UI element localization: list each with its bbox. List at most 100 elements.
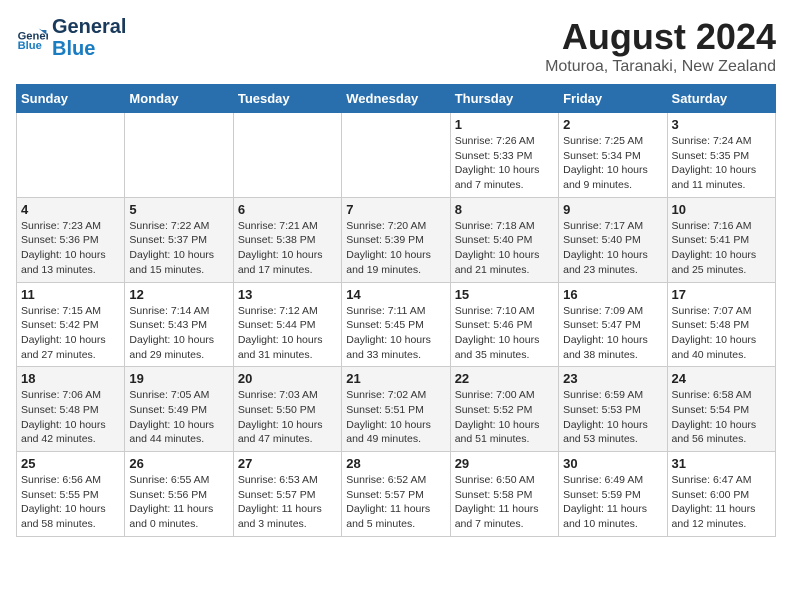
calendar-cell: 15 Sunrise: 7:10 AM Sunset: 5:46 PM Dayli…: [450, 282, 558, 367]
calendar-cell: 7 Sunrise: 7:20 AM Sunset: 5:39 PM Daylig…: [342, 197, 450, 282]
calendar-cell: 20 Sunrise: 7:03 AM Sunset: 5:50 PM Dayli…: [233, 367, 341, 452]
calendar-cell: 13 Sunrise: 7:12 AM Sunset: 5:44 PM Dayli…: [233, 282, 341, 367]
day-number: 14: [346, 287, 445, 302]
day-info: Sunrise: 7:05 AM Sunset: 5:49 PM Dayligh…: [129, 388, 228, 447]
day-number: 5: [129, 202, 228, 217]
day-number: 10: [672, 202, 771, 217]
calendar-cell: 25 Sunrise: 6:56 AM Sunset: 5:55 PM Dayli…: [17, 452, 125, 537]
day-number: 27: [238, 456, 337, 471]
logo: General Blue General Blue: [16, 16, 126, 60]
day-number: 20: [238, 371, 337, 386]
day-number: 25: [21, 456, 120, 471]
location-title: Moturoa, Taranaki, New Zealand: [545, 58, 776, 76]
calendar-cell: [342, 113, 450, 198]
day-number: 16: [563, 287, 662, 302]
day-info: Sunrise: 6:52 AM Sunset: 5:57 PM Dayligh…: [346, 473, 445, 532]
day-number: 12: [129, 287, 228, 302]
day-info: Sunrise: 7:12 AM Sunset: 5:44 PM Dayligh…: [238, 304, 337, 363]
calendar-cell: 27 Sunrise: 6:53 AM Sunset: 5:57 PM Dayli…: [233, 452, 341, 537]
calendar-cell: 31 Sunrise: 6:47 AM Sunset: 6:00 PM Dayli…: [667, 452, 775, 537]
day-number: 2: [563, 117, 662, 132]
day-info: Sunrise: 6:47 AM Sunset: 6:00 PM Dayligh…: [672, 473, 771, 532]
calendar-cell: 9 Sunrise: 7:17 AM Sunset: 5:40 PM Daylig…: [559, 197, 667, 282]
month-title: August 2024: [545, 16, 776, 58]
logo-general: General: [52, 16, 126, 38]
day-number: 18: [21, 371, 120, 386]
week-row-3: 11 Sunrise: 7:15 AM Sunset: 5:42 PM Dayli…: [17, 282, 776, 367]
week-row-5: 25 Sunrise: 6:56 AM Sunset: 5:55 PM Dayli…: [17, 452, 776, 537]
day-info: Sunrise: 7:20 AM Sunset: 5:39 PM Dayligh…: [346, 219, 445, 278]
calendar-cell: 16 Sunrise: 7:09 AM Sunset: 5:47 PM Dayli…: [559, 282, 667, 367]
calendar-cell: 23 Sunrise: 6:59 AM Sunset: 5:53 PM Dayli…: [559, 367, 667, 452]
day-number: 26: [129, 456, 228, 471]
week-row-2: 4 Sunrise: 7:23 AM Sunset: 5:36 PM Daylig…: [17, 197, 776, 282]
calendar-cell: 26 Sunrise: 6:55 AM Sunset: 5:56 PM Dayli…: [125, 452, 233, 537]
day-number: 15: [455, 287, 554, 302]
day-info: Sunrise: 6:58 AM Sunset: 5:54 PM Dayligh…: [672, 388, 771, 447]
day-info: Sunrise: 7:10 AM Sunset: 5:46 PM Dayligh…: [455, 304, 554, 363]
day-info: Sunrise: 7:09 AM Sunset: 5:47 PM Dayligh…: [563, 304, 662, 363]
day-info: Sunrise: 6:56 AM Sunset: 5:55 PM Dayligh…: [21, 473, 120, 532]
day-info: Sunrise: 6:55 AM Sunset: 5:56 PM Dayligh…: [129, 473, 228, 532]
day-info: Sunrise: 7:16 AM Sunset: 5:41 PM Dayligh…: [672, 219, 771, 278]
weekday-header-saturday: Saturday: [667, 85, 775, 113]
day-number: 7: [346, 202, 445, 217]
day-info: Sunrise: 7:17 AM Sunset: 5:40 PM Dayligh…: [563, 219, 662, 278]
calendar-cell: 8 Sunrise: 7:18 AM Sunset: 5:40 PM Daylig…: [450, 197, 558, 282]
day-number: 8: [455, 202, 554, 217]
day-info: Sunrise: 7:00 AM Sunset: 5:52 PM Dayligh…: [455, 388, 554, 447]
day-number: 19: [129, 371, 228, 386]
day-number: 9: [563, 202, 662, 217]
calendar-cell: 29Sunrise: 6:50 AM Sunset: 5:58 PM Dayli…: [450, 452, 558, 537]
day-info: Sunrise: 6:59 AM Sunset: 5:53 PM Dayligh…: [563, 388, 662, 447]
day-number: 13: [238, 287, 337, 302]
title-area: August 2024 Moturoa, Taranaki, New Zeala…: [545, 16, 776, 76]
weekday-header-row: SundayMondayTuesdayWednesdayThursdayFrid…: [17, 85, 776, 113]
calendar-cell: 28Sunrise: 6:52 AM Sunset: 5:57 PM Dayli…: [342, 452, 450, 537]
day-info: Sunrise: 7:23 AM Sunset: 5:36 PM Dayligh…: [21, 219, 120, 278]
calendar-cell: 2 Sunrise: 7:25 AM Sunset: 5:34 PM Daylig…: [559, 113, 667, 198]
weekday-header-sunday: Sunday: [17, 85, 125, 113]
calendar-cell: 21Sunrise: 7:02 AM Sunset: 5:51 PM Dayli…: [342, 367, 450, 452]
day-info: Sunrise: 7:25 AM Sunset: 5:34 PM Dayligh…: [563, 134, 662, 193]
calendar-cell: 24 Sunrise: 6:58 AM Sunset: 5:54 PM Dayli…: [667, 367, 775, 452]
day-info: Sunrise: 6:49 AM Sunset: 5:59 PM Dayligh…: [563, 473, 662, 532]
calendar-cell: 19 Sunrise: 7:05 AM Sunset: 5:49 PM Dayli…: [125, 367, 233, 452]
day-number: 23: [563, 371, 662, 386]
weekday-header-friday: Friday: [559, 85, 667, 113]
day-number: 31: [672, 456, 771, 471]
calendar-cell: 30 Sunrise: 6:49 AM Sunset: 5:59 PM Dayli…: [559, 452, 667, 537]
day-number: 4: [21, 202, 120, 217]
day-number: 3: [672, 117, 771, 132]
day-info: Sunrise: 7:18 AM Sunset: 5:40 PM Dayligh…: [455, 219, 554, 278]
calendar-cell: 4 Sunrise: 7:23 AM Sunset: 5:36 PM Daylig…: [17, 197, 125, 282]
calendar-cell: [233, 113, 341, 198]
day-info: Sunrise: 7:22 AM Sunset: 5:37 PM Dayligh…: [129, 219, 228, 278]
day-number: 1: [455, 117, 554, 132]
day-info: Sunrise: 7:07 AM Sunset: 5:48 PM Dayligh…: [672, 304, 771, 363]
calendar-cell: 12 Sunrise: 7:14 AM Sunset: 5:43 PM Dayli…: [125, 282, 233, 367]
day-info: Sunrise: 6:53 AM Sunset: 5:57 PM Dayligh…: [238, 473, 337, 532]
day-info: Sunrise: 7:15 AM Sunset: 5:42 PM Dayligh…: [21, 304, 120, 363]
weekday-header-tuesday: Tuesday: [233, 85, 341, 113]
svg-text:Blue: Blue: [18, 40, 42, 52]
day-number: 24: [672, 371, 771, 386]
day-info: Sunrise: 7:26 AM Sunset: 5:33 PM Dayligh…: [455, 134, 554, 193]
day-info: Sunrise: 6:50 AM Sunset: 5:58 PM Dayligh…: [455, 473, 554, 532]
week-row-1: 1 Sunrise: 7:26 AM Sunset: 5:33 PM Daylig…: [17, 113, 776, 198]
day-info: Sunrise: 7:21 AM Sunset: 5:38 PM Dayligh…: [238, 219, 337, 278]
calendar-table: SundayMondayTuesdayWednesdayThursdayFrid…: [16, 84, 776, 537]
calendar-cell: [125, 113, 233, 198]
day-info: Sunrise: 7:02 AM Sunset: 5:51 PM Dayligh…: [346, 388, 445, 447]
calendar-cell: 5 Sunrise: 7:22 AM Sunset: 5:37 PM Daylig…: [125, 197, 233, 282]
week-row-4: 18Sunrise: 7:06 AM Sunset: 5:48 PM Dayli…: [17, 367, 776, 452]
logo-blue: Blue: [52, 38, 126, 60]
day-number: 30: [563, 456, 662, 471]
day-info: Sunrise: 7:14 AM Sunset: 5:43 PM Dayligh…: [129, 304, 228, 363]
day-info: Sunrise: 7:03 AM Sunset: 5:50 PM Dayligh…: [238, 388, 337, 447]
page-header: General Blue General Blue August 2024 Mo…: [16, 16, 776, 76]
calendar-cell: 11 Sunrise: 7:15 AM Sunset: 5:42 PM Dayli…: [17, 282, 125, 367]
calendar-cell: [17, 113, 125, 198]
weekday-header-thursday: Thursday: [450, 85, 558, 113]
day-number: 11: [21, 287, 120, 302]
